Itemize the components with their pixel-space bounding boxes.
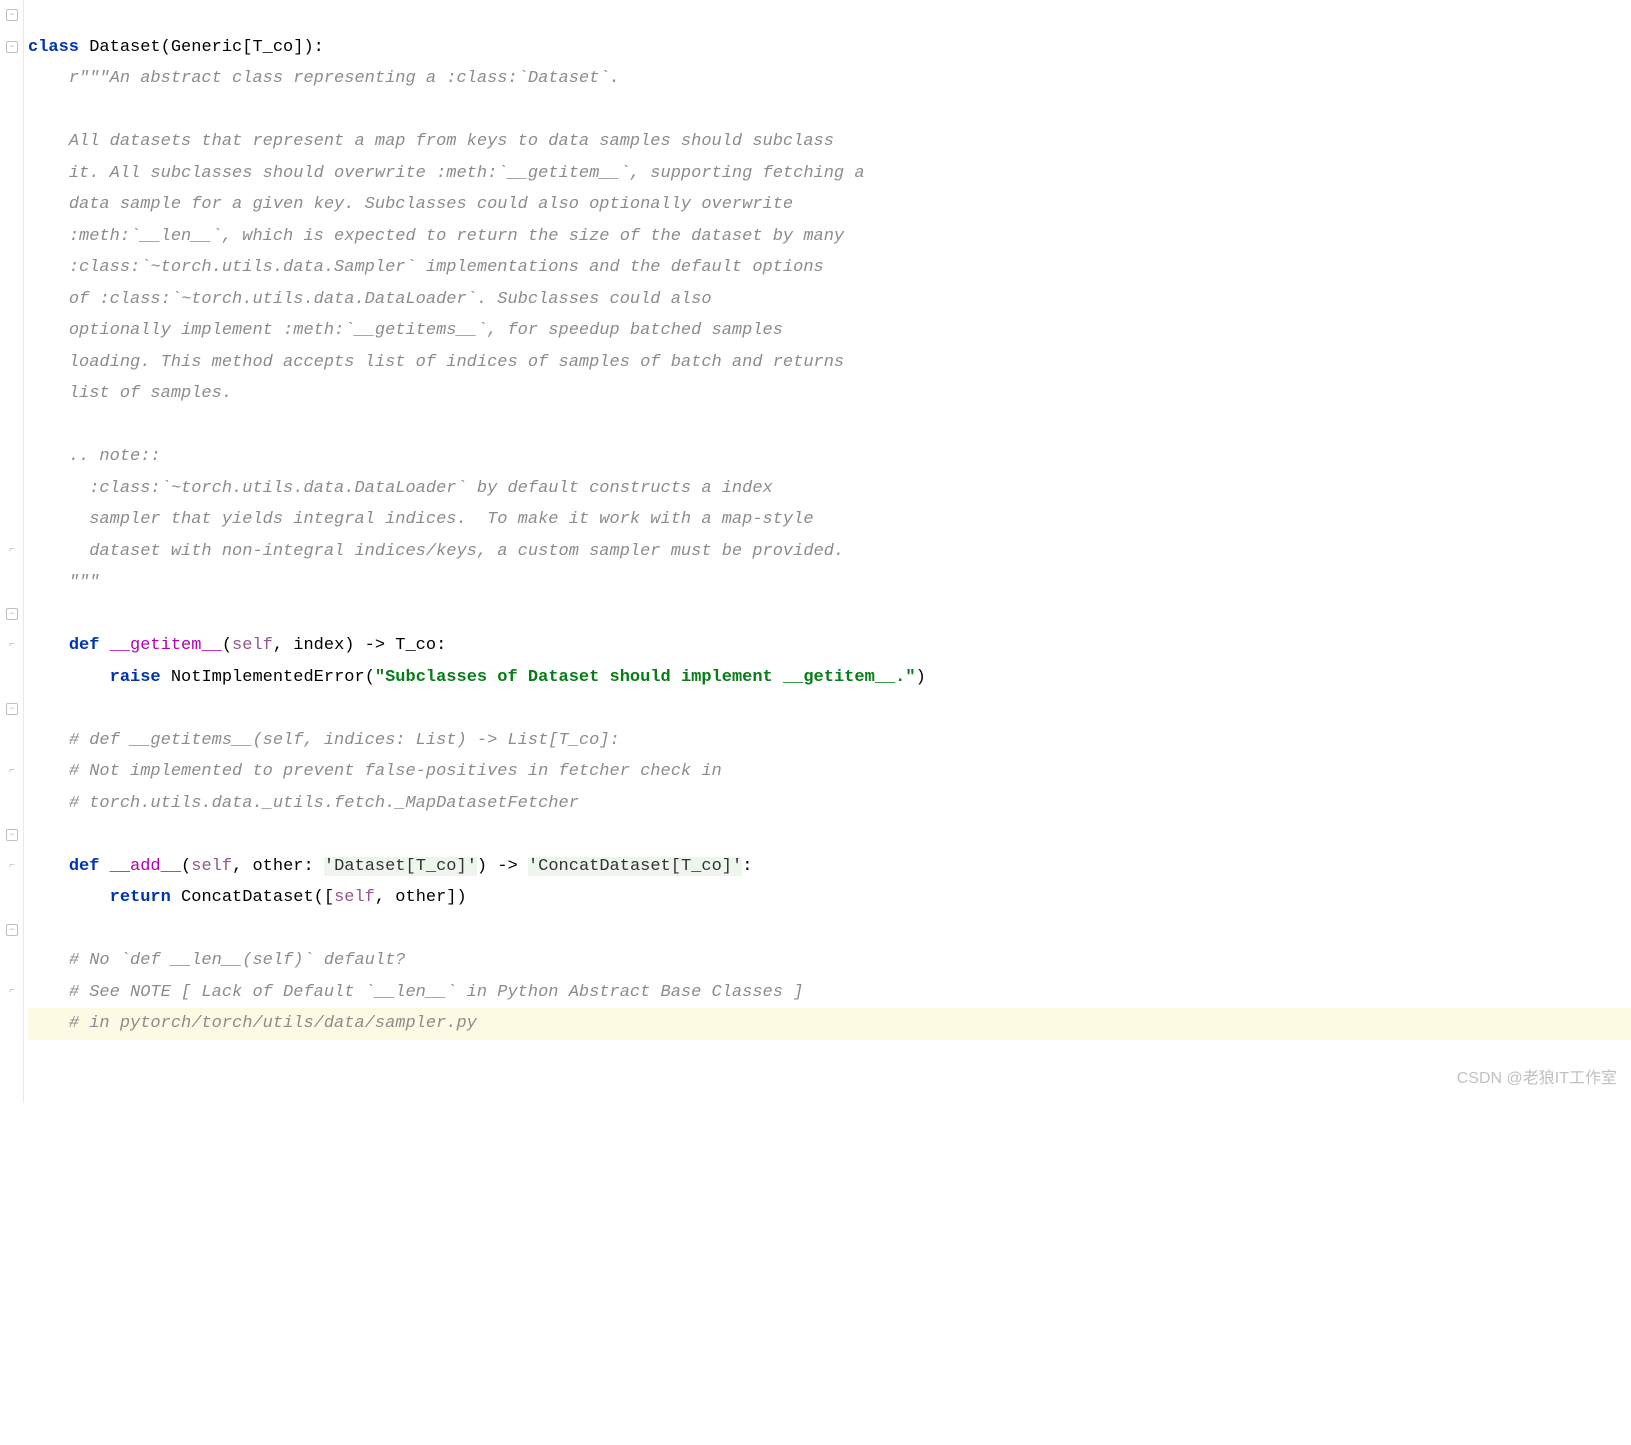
code-line (28, 914, 1631, 946)
fold-icon[interactable]: − (6, 924, 18, 936)
code-line: def __add__(self, other: 'Dataset[T_co]'… (28, 851, 1631, 883)
fold-icon[interactable]: − (6, 703, 18, 715)
code-line: # See NOTE [ Lack of Default `__len__` i… (28, 977, 1631, 1009)
code-line: All datasets that represent a map from k… (28, 126, 1631, 158)
code-line: dataset with non-integral indices/keys, … (28, 536, 1631, 568)
code-line: class Dataset(Generic[T_co]): (28, 32, 1631, 64)
code-line: :meth:`__len__`, which is expected to re… (28, 221, 1631, 253)
code-line: raise NotImplementedError("Subclasses of… (28, 662, 1631, 694)
fold-icon[interactable]: − (6, 9, 18, 21)
code-line (28, 95, 1631, 127)
code-line: # torch.utils.data._utils.fetch._MapData… (28, 788, 1631, 820)
code-line (28, 693, 1631, 725)
code-line: # def __getitems__(self, indices: List) … (28, 725, 1631, 757)
code-area[interactable]: class Dataset(Generic[T_co]): r"""An abs… (24, 0, 1631, 1103)
code-line: # No `def __len__(self)` default? (28, 945, 1631, 977)
fold-end-icon[interactable]: ⌐ (6, 640, 18, 652)
fold-end-icon[interactable]: ⌐ (6, 545, 18, 557)
code-line (28, 410, 1631, 442)
code-line: of :class:`~torch.utils.data.DataLoader`… (28, 284, 1631, 316)
code-line (28, 599, 1631, 631)
code-line: r"""An abstract class representing a :cl… (28, 63, 1631, 95)
fold-end-icon[interactable]: ⌐ (6, 766, 18, 778)
code-line: # Not implemented to prevent false-posit… (28, 756, 1631, 788)
fold-icon[interactable]: − (6, 608, 18, 620)
code-line: :class:`~torch.utils.data.Sampler` imple… (28, 252, 1631, 284)
code-editor[interactable]: − − ⌐ − ⌐ − ⌐ − ⌐ − ⌐ class Dataset(Gene… (0, 0, 1631, 1103)
code-line: optionally implement :meth:`__getitems__… (28, 315, 1631, 347)
code-line: loading. This method accepts list of ind… (28, 347, 1631, 379)
code-line: sampler that yields integral indices. To… (28, 504, 1631, 536)
watermark: CSDN @老狼IT工作室 (1457, 1063, 1617, 1095)
code-line: .. note:: (28, 441, 1631, 473)
fold-end-icon[interactable]: ⌐ (6, 986, 18, 998)
code-line: # in pytorch/torch/utils/data/sampler.py (28, 1008, 1631, 1040)
fold-icon[interactable]: − (6, 829, 18, 841)
gutter: − − ⌐ − ⌐ − ⌐ − ⌐ − ⌐ (0, 0, 24, 1103)
code-line: data sample for a given key. Subclasses … (28, 189, 1631, 221)
code-line: it. All subclasses should overwrite :met… (28, 158, 1631, 190)
code-line: return ConcatDataset([self, other]) (28, 882, 1631, 914)
code-line: """ (28, 567, 1631, 599)
fold-end-icon[interactable]: ⌐ (6, 861, 18, 873)
fold-icon[interactable]: − (6, 41, 18, 53)
code-line: def __getitem__(self, index) -> T_co: (28, 630, 1631, 662)
code-line (28, 819, 1631, 851)
code-line: list of samples. (28, 378, 1631, 410)
code-line: :class:`~torch.utils.data.DataLoader` by… (28, 473, 1631, 505)
